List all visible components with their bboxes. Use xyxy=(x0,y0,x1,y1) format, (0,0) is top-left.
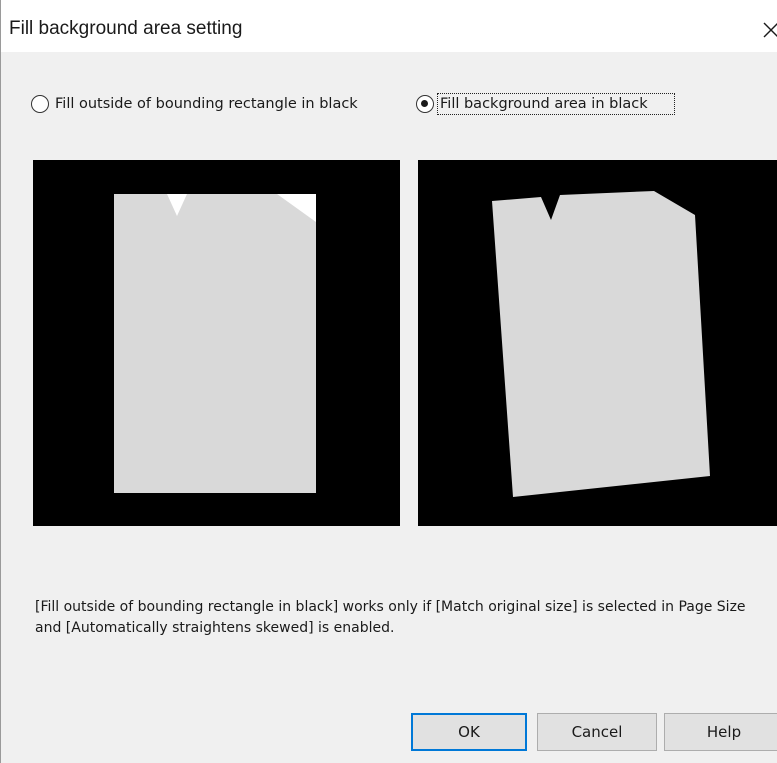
radio-fill-background-area[interactable]: Fill background area in black xyxy=(416,92,686,118)
preview-background-area xyxy=(418,160,777,526)
close-icon xyxy=(763,22,777,38)
note-text: [Fill outside of bounding rectangle in b… xyxy=(35,599,746,636)
ok-button[interactable]: OK xyxy=(411,713,527,751)
help-button[interactable]: Help xyxy=(664,713,777,751)
cancel-button[interactable]: Cancel xyxy=(537,713,657,751)
fill-background-dialog: Fill background area setting Fill outsid… xyxy=(0,0,777,763)
title-bar: Fill background area setting xyxy=(1,0,777,52)
close-button[interactable] xyxy=(749,10,777,50)
radio-circle-unchecked xyxy=(31,95,49,113)
background-area-page-image xyxy=(418,160,777,526)
bounding-rectangle-page-image xyxy=(33,160,400,526)
radio-circle-checked xyxy=(416,95,434,113)
radio-fill-outside-bounding-label: Fill outside of bounding rectangle in bl… xyxy=(55,96,358,112)
preview-outside-bounding-rectangle xyxy=(33,160,400,526)
dialog-title: Fill background area setting xyxy=(9,18,243,39)
radio-fill-background-area-label: Fill background area in black xyxy=(440,96,648,112)
radio-selected-dot xyxy=(421,100,428,107)
radio-fill-outside-bounding[interactable]: Fill outside of bounding rectangle in bl… xyxy=(31,92,396,118)
